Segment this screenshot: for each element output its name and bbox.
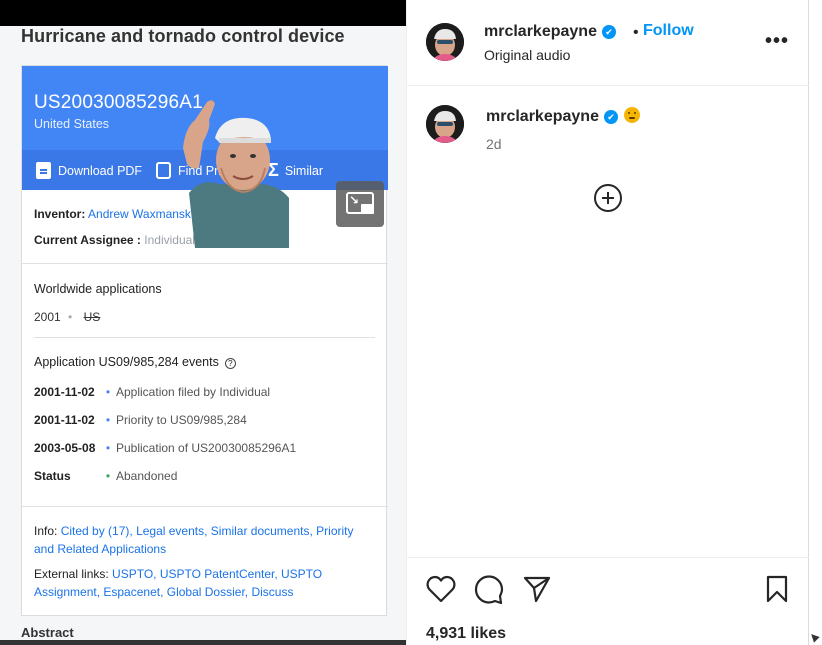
caption-username[interactable]: mrclarkepayne: [486, 108, 599, 125]
post-time[interactable]: 2d: [486, 136, 502, 152]
pdf-icon: [36, 162, 51, 179]
separator-dot: •: [633, 24, 639, 41]
plus-circle-icon[interactable]: [594, 184, 622, 212]
event-date: 2001-11-02: [34, 385, 95, 399]
bookmark-icon[interactable]: [765, 575, 789, 603]
presenter-overlay: [183, 100, 289, 248]
info-block: Info: Cited by (17), Legal events, Simil…: [34, 522, 374, 558]
divider: [34, 337, 375, 338]
events-title: Application US09/985,284 events?: [34, 355, 236, 369]
event-text: Publication of US20030085296A1: [116, 441, 297, 455]
inventor-value: Andrew Waxmansk: [88, 207, 191, 221]
worldwide-title: Worldwide applications: [34, 282, 162, 296]
event-text: Application filed by Individual: [116, 385, 271, 399]
event-date: 2003-05-08: [34, 441, 96, 455]
post-media[interactable]: Hurricane and tornado control device US2…: [0, 0, 406, 645]
event-bullet: •: [105, 441, 111, 455]
more-options-icon[interactable]: •••: [765, 30, 789, 53]
thinking-face-emoji: [623, 107, 640, 123]
help-icon: ?: [224, 358, 236, 369]
arrow-icon: ↘: [349, 193, 360, 207]
publication-number: US20030085296A1: [34, 92, 203, 113]
avatar[interactable]: [426, 23, 464, 61]
country: United States: [34, 117, 110, 131]
post-actions: 4,931 likes: [407, 557, 809, 645]
event-bullet: •: [105, 385, 111, 399]
avatar-image: [426, 105, 464, 143]
info-links: Cited by (17), Legal events, Similar doc…: [34, 524, 354, 556]
inventor-row: Inventor: Andrew Waxmansk: [34, 207, 191, 221]
events-title-text: Application US09/985,284 events: [34, 355, 219, 369]
caption-row: mrclarkepayne ✔: [486, 107, 640, 126]
info-label: Info:: [34, 524, 58, 538]
divider: [22, 263, 388, 264]
external-links-block: External links: USPTO, USPTO PatentCente…: [34, 565, 374, 601]
username[interactable]: mrclarkepayne: [484, 23, 597, 40]
assignee-row: Current Assignee : Individual: [34, 233, 195, 247]
mouse-cursor: [808, 631, 820, 643]
original-audio-link[interactable]: Original audio: [484, 47, 570, 63]
media-top-bar: [0, 0, 406, 26]
event-row: 2003-05-08 • Publication of US2003008529…: [34, 441, 296, 455]
event-row: Status • Abandoned: [34, 469, 177, 483]
inventor-label: Inventor:: [34, 207, 86, 221]
patent-title: Hurricane and tornado control device: [21, 26, 345, 46]
post-side-panel: mrclarkepayne ✔ • Follow Original audio •…: [406, 0, 809, 645]
instagram-post-view: Hurricane and tornado control device US2…: [0, 0, 822, 645]
search-icon: [156, 162, 171, 179]
divider: [22, 506, 388, 507]
media-bottom-bar: [0, 640, 406, 645]
comment-icon[interactable]: [474, 575, 504, 605]
event-row: 2001-11-02 • Priority to US09/985,284: [34, 413, 247, 427]
abstract-heading: Abstract: [21, 625, 74, 640]
similar-label: Similar: [284, 163, 324, 178]
assignee-label: Current Assignee :: [34, 233, 141, 247]
heart-icon[interactable]: [426, 575, 456, 603]
verified-badge-icon: ✔: [601, 25, 616, 39]
worldwide-row: 2001 • US: [34, 310, 100, 324]
event-bullet: •: [105, 469, 111, 483]
event-date: Status: [34, 469, 71, 483]
event-bullet: •: [105, 413, 111, 427]
worldwide-dot: •: [68, 310, 73, 324]
follow-button[interactable]: Follow: [643, 22, 694, 40]
download-pdf-label: Download PDF: [58, 163, 143, 178]
event-text: Abandoned: [116, 469, 178, 483]
event-row: 2001-11-02 • Application filed by Indivi…: [34, 385, 270, 399]
avatar-image: [426, 23, 464, 61]
username-row: mrclarkepayne ✔: [484, 23, 616, 41]
worldwide-country: US: [83, 310, 101, 324]
send-icon[interactable]: [523, 575, 551, 603]
worldwide-year: 2001: [34, 310, 61, 324]
post-header: mrclarkepayne ✔ • Follow Original audio •…: [407, 0, 809, 86]
likes-count[interactable]: 4,931 likes: [426, 625, 506, 643]
verified-badge-icon: ✔: [603, 110, 618, 124]
picture-in-picture-button[interactable]: ↘: [336, 181, 384, 227]
event-date: 2001-11-02: [34, 413, 95, 427]
external-links-label: External links:: [34, 567, 109, 581]
caption-avatar[interactable]: [426, 105, 464, 143]
pip-inner-rect: [361, 204, 374, 214]
download-pdf-button: Download PDF: [36, 162, 142, 179]
event-text: Priority to US09/985,284: [116, 413, 247, 427]
